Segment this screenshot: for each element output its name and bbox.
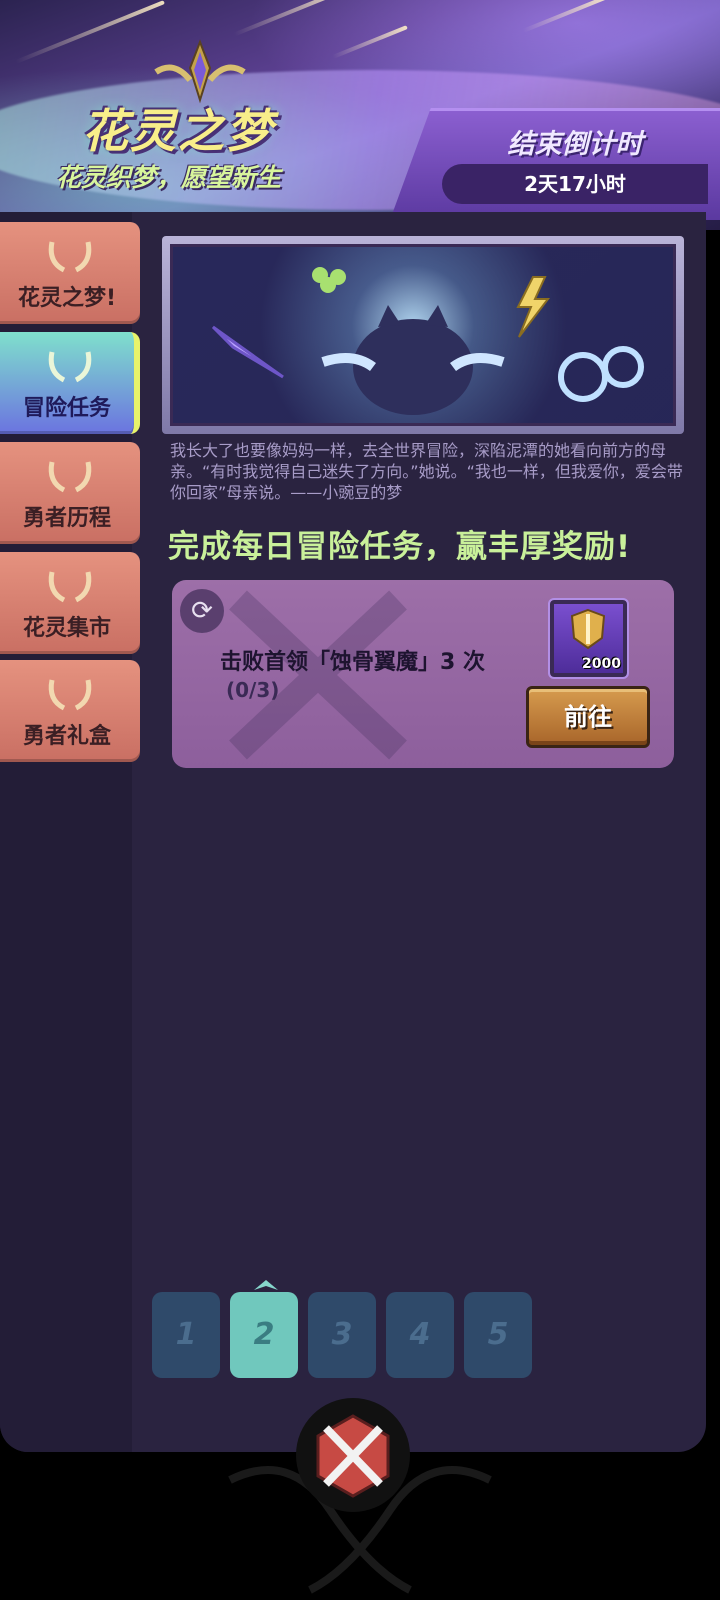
sidebar-item-label: 冒险任务 [22, 396, 111, 421]
meteor-streak [15, 0, 165, 64]
page-button-1[interactable]: 1 [152, 1292, 220, 1378]
story-text: 我长大了也要像妈妈一样，去全世界冒险，深陷泥潭的她看向前方的母亲。“有时我觉得自… [170, 441, 683, 502]
banner-art [170, 244, 676, 426]
task-title: 击败首领「蚀骨翼魔」3 次 [220, 650, 485, 675]
laurel-icon [48, 351, 92, 383]
battle-emblem[interactable] [296, 1398, 410, 1512]
laurel-icon [48, 461, 92, 493]
sidebar-item-label: 勇者历程 [22, 506, 111, 531]
crossed-blades-icon [316, 1414, 390, 1498]
page-button-4[interactable]: 4 [386, 1292, 454, 1378]
countdown-label: 结束倒计时 [507, 129, 643, 160]
sidebar-item-flower-dream[interactable]: 花灵之梦! [0, 222, 140, 324]
sidebar-item-label: 勇者礼盒 [22, 724, 111, 749]
meteor-streak [332, 25, 408, 59]
meteor-streak [233, 0, 347, 37]
event-subtitle: 花灵织梦，愿望新生 [56, 163, 282, 192]
reward-amount: 2000 [582, 656, 621, 672]
laurel-icon [48, 241, 92, 273]
story-banner [162, 236, 684, 434]
sidebar-item-hero-giftbox[interactable]: 勇者礼盒 [0, 660, 140, 762]
countdown-value: 2天17小时 [442, 164, 708, 204]
task-headline: 完成每日冒险任务，赢丰厚奖励! [168, 529, 632, 565]
character-illustration [211, 267, 644, 415]
page-button-3[interactable]: 3 [308, 1292, 376, 1378]
event-title: 花灵之梦 [82, 104, 274, 158]
sidebar-item-flower-market[interactable]: 花灵集市 [0, 552, 140, 654]
sidebar-item-label: 花灵集市 [22, 616, 111, 641]
page-button-5[interactable]: 5 [464, 1292, 532, 1378]
task-progress: (0/3) [226, 678, 280, 702]
refresh-icon[interactable]: ⟳ [180, 589, 224, 633]
sidebar-item-adventure-tasks[interactable]: 冒险任务 [0, 332, 140, 434]
sidebar-item-label: 花灵之梦! [17, 286, 117, 311]
go-button[interactable]: 前往 [526, 686, 650, 748]
meteor-streak [522, 0, 608, 33]
laurel-icon [48, 571, 92, 603]
page-button-2[interactable]: 2 [230, 1292, 298, 1378]
sidebar-item-hero-journey[interactable]: 勇者历程 [0, 442, 140, 544]
laurel-icon [48, 679, 92, 711]
shield-sword-icon [570, 608, 606, 650]
